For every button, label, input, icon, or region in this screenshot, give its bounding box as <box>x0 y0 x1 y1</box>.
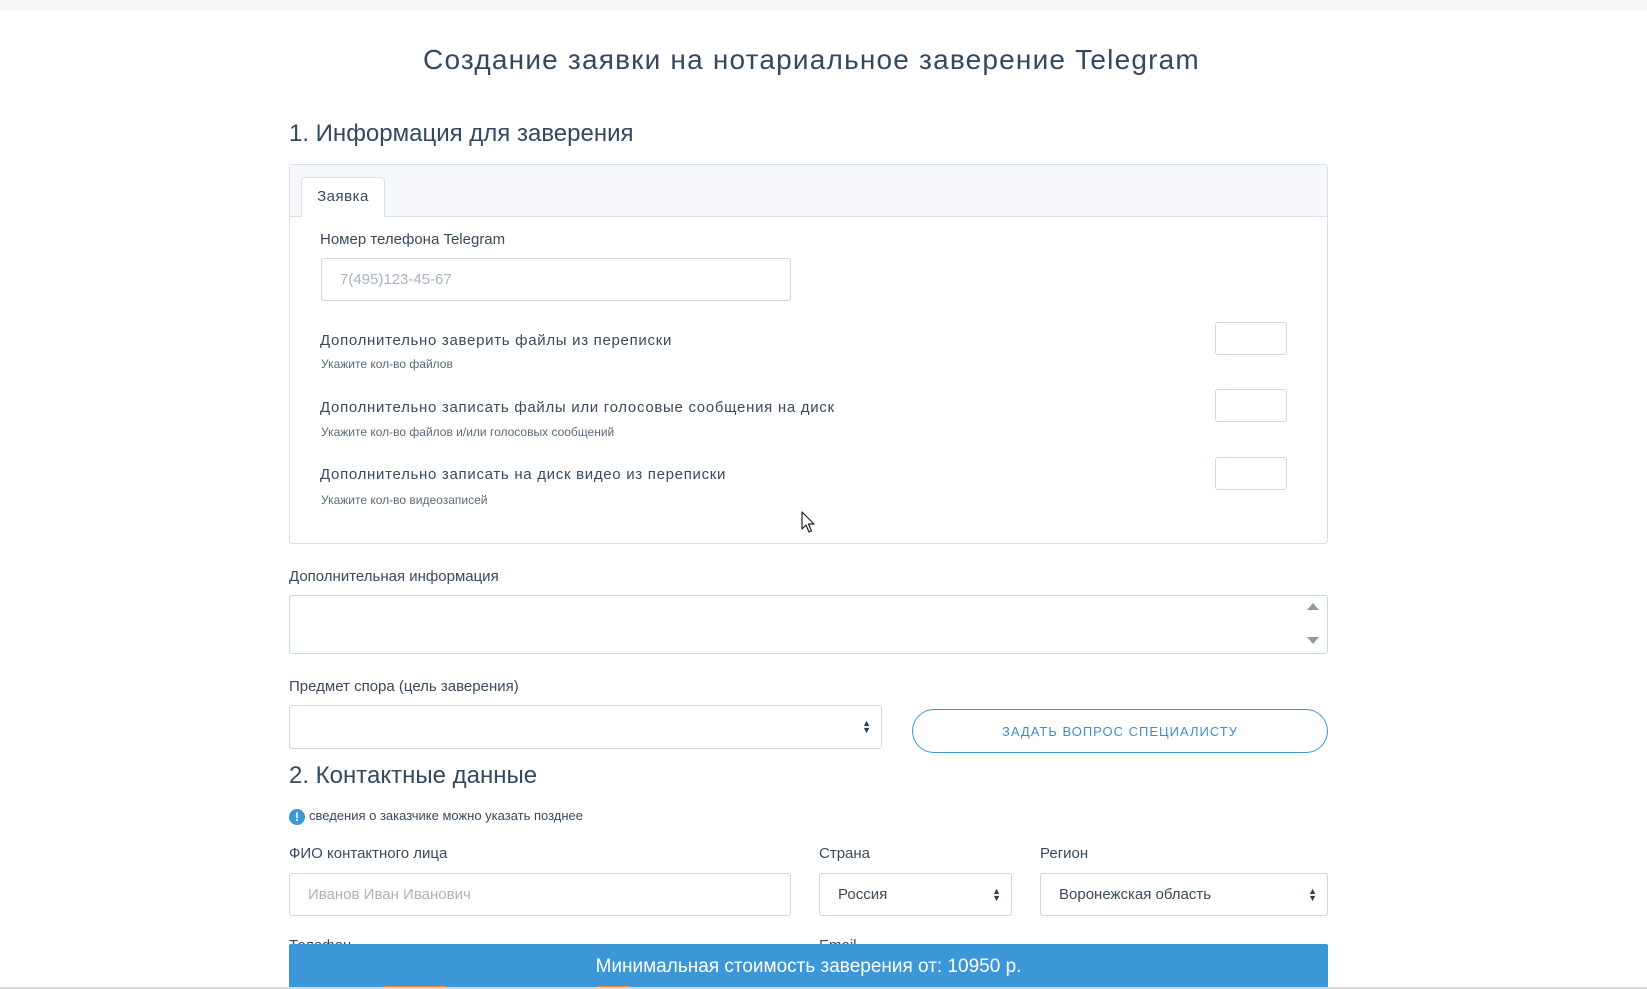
option-files-label: Дополнительно заверить файлы из переписк… <box>320 332 673 349</box>
card-tabs: Заявка <box>290 165 1327 217</box>
request-card: Заявка Номер телефона Telegram Дополните… <box>289 164 1328 544</box>
ask-specialist-button[interactable]: ЗАДАТЬ ВОПРОС СПЕЦИАЛИСТУ <box>912 709 1328 753</box>
fio-input[interactable] <box>289 873 791 916</box>
option-voice-qty-input[interactable] <box>1215 389 1287 422</box>
region-label: Регион <box>1040 845 1089 862</box>
sort-arrows-icon: ▲ ▼ <box>992 886 1001 903</box>
option-files-hint: Укажите кол-во файлов <box>321 357 453 371</box>
region-select[interactable]: Воронежская область ▲ ▼ <box>1040 873 1328 916</box>
page-title: Создание заявки на нотариальное заверени… <box>423 44 1200 75</box>
option-files-qty-input[interactable] <box>1215 322 1287 355</box>
sort-arrows-icon: ▲ ▼ <box>1308 886 1317 903</box>
region-select-value: Воронежская область <box>1059 886 1212 903</box>
top-bar <box>0 0 1647 11</box>
option-video-qty-input[interactable] <box>1215 457 1287 490</box>
country-select-value: Россия <box>838 886 888 903</box>
extra-info-label: Дополнительная информация <box>289 568 499 585</box>
extra-info-textarea[interactable] <box>289 595 1328 654</box>
option-voice-label: Дополнительно записать файлы или голосов… <box>320 399 835 416</box>
min-price-bar: Минимальная стоимость заверения от: 1095… <box>289 944 1328 989</box>
telegram-phone-input[interactable] <box>321 258 791 301</box>
dispute-select[interactable]: ▲ ▼ <box>289 705 882 749</box>
contact-note: сведения о заказчике можно указать поздн… <box>309 808 584 823</box>
scroll-down-arrow-icon[interactable] <box>1307 637 1319 644</box>
country-label: Страна <box>819 845 871 862</box>
option-video-hint: Укажите кол-во видеозаписей <box>321 493 488 507</box>
fio-label: ФИО контактного лица <box>289 845 448 862</box>
dispute-label: Предмет спора (цель заверения) <box>289 678 519 695</box>
mouse-pointer-icon <box>801 511 815 533</box>
section-1-title: 1. Информация для заверения <box>289 120 634 147</box>
section-2-title: 2. Контактные данные <box>289 762 538 789</box>
option-video-label: Дополнительно записать на диск видео из … <box>320 466 727 483</box>
sort-arrows-icon: ▲ ▼ <box>862 718 871 735</box>
info-circle-icon: ! <box>289 809 305 825</box>
scroll-up-arrow-icon[interactable] <box>1307 603 1319 610</box>
option-voice-hint: Укажите кол-во файлов и/или голосовых со… <box>321 425 615 439</box>
phone-label: Номер телефона Telegram <box>320 231 506 248</box>
country-select[interactable]: Россия ▲ ▼ <box>819 873 1012 916</box>
tab-request[interactable]: Заявка <box>301 177 385 217</box>
